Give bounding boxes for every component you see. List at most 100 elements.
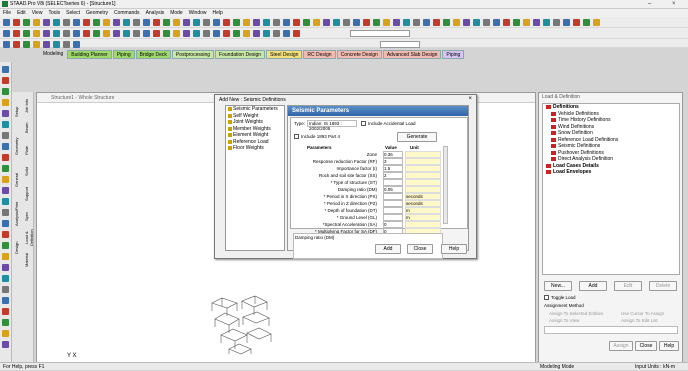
tool-icon[interactable] [293,19,300,26]
tool-icon[interactable] [513,19,520,26]
page-tab-4[interactable]: Foundation Design [215,50,266,59]
tool-icon[interactable] [223,19,230,26]
left-tool-icon[interactable] [2,341,9,348]
assign-cursor-option[interactable]: Use Cursor To Assign [621,311,664,316]
vtab-inner-1[interactable]: Beam [24,118,32,138]
tool-icon[interactable] [133,19,140,26]
tool-icon[interactable] [553,19,560,26]
param-value-field[interactable] [383,193,403,200]
tool-icon[interactable] [303,19,310,26]
tool-icon[interactable] [383,19,390,26]
tool-icon[interactable] [143,19,150,26]
param-value-field[interactable]: 2 [383,172,403,179]
vtab-inner-3[interactable]: Solid [24,162,32,182]
vtab-outer-2[interactable]: General [14,164,22,196]
page-tab-8[interactable]: Advanced Slab Design [382,50,442,59]
tool-icon[interactable] [3,19,10,26]
tool-icon[interactable] [413,19,420,26]
page-tab-1[interactable]: Piping [112,50,135,59]
tool-icon[interactable] [13,30,20,37]
load-case-combo[interactable] [350,30,410,37]
tool-icon[interactable] [563,19,570,26]
menu-item-6[interactable]: Commands [114,9,140,17]
tool-icon[interactable] [193,30,200,37]
tool-icon[interactable] [73,19,80,26]
left-tool-icon[interactable] [2,275,9,282]
tool-icon[interactable] [163,19,170,26]
edit-button[interactable]: Edit [614,281,642,291]
tool-icon[interactable] [503,19,510,26]
tool-icon[interactable] [33,19,40,26]
vtab-outer-3[interactable]: Analysis/Print [14,198,22,230]
left-tool-icon[interactable] [2,143,9,150]
tool-icon[interactable] [63,30,70,37]
left-tool-icon[interactable] [2,88,9,95]
tool-icon[interactable] [73,41,80,48]
tool-icon[interactable] [223,30,230,37]
tool-icon[interactable] [593,19,600,26]
tool-icon[interactable] [183,30,190,37]
help-button[interactable]: Help [441,244,467,254]
tool-icon[interactable] [243,30,250,37]
left-tool-icon[interactable] [2,132,9,139]
tool-icon[interactable] [113,19,120,26]
tool-icon[interactable] [573,19,580,26]
menu-item-3[interactable]: Tools [48,9,60,17]
tool-icon[interactable] [123,30,130,37]
menu-item-9[interactable]: Window [189,9,207,17]
left-tool-icon[interactable] [2,330,9,337]
tool-icon[interactable] [13,19,20,26]
part4-option[interactable]: Include 1893 Part 4 [294,134,340,140]
left-tool-icon[interactable] [2,319,9,326]
add-load-button[interactable]: Add [579,281,607,291]
tool-icon[interactable] [533,19,540,26]
tool-icon[interactable] [73,30,80,37]
tool-icon[interactable] [83,19,90,26]
tool-icon[interactable] [123,19,130,26]
close-panel-button[interactable]: Close [635,341,657,351]
tool-icon[interactable] [103,19,110,26]
tool-icon[interactable] [183,19,190,26]
menu-item-7[interactable]: Analysis [146,9,165,17]
close-button[interactable]: Close [407,244,433,254]
dialog-tree-item[interactable]: Floor Weights [226,145,284,152]
generate-button[interactable]: Generate [397,132,437,142]
menu-item-0[interactable]: File [3,9,11,17]
left-tool-icon[interactable] [2,231,9,238]
tool-icon[interactable] [43,30,50,37]
tool-icon[interactable] [233,19,240,26]
param-value-field[interactable] [383,207,403,214]
tool-icon[interactable] [233,30,240,37]
vtab-inner-7[interactable]: Material [24,250,32,270]
param-value-field[interactable] [383,214,403,221]
tool-icon[interactable] [243,19,250,26]
tool-icon[interactable] [463,19,470,26]
tool-icon[interactable] [283,19,290,26]
vtab-inner-5[interactable]: Spec [24,206,32,226]
structure-model[interactable] [207,293,277,355]
menu-item-2[interactable]: View [32,9,43,17]
param-value-field[interactable]: 3 [383,158,403,165]
tool-icon[interactable] [23,19,30,26]
tool-icon[interactable] [273,30,280,37]
left-tool-icon[interactable] [2,66,9,73]
tool-icon[interactable] [203,30,210,37]
tool-icon[interactable] [23,30,30,37]
tool-icon[interactable] [433,19,440,26]
menu-item-4[interactable]: Select [66,9,80,17]
tool-icon[interactable] [33,30,40,37]
vtab-inner-4[interactable]: Support [24,184,32,204]
tool-icon[interactable] [153,19,160,26]
tool-icon[interactable] [443,19,450,26]
page-tab-3[interactable]: Postprocessing [171,50,215,59]
assign-selected-option[interactable]: Assign To Selected Entities [549,311,603,316]
new-button[interactable]: New... [544,281,572,291]
tool-icon[interactable] [213,19,220,26]
vtab-inner-0[interactable]: Job Info [24,96,32,116]
param-value-field[interactable]: 0.05 [383,186,403,193]
tool-icon[interactable] [393,19,400,26]
tool-icon[interactable] [583,19,590,26]
tool-icon[interactable] [423,19,430,26]
assign-view-option[interactable]: Assign To View [549,318,579,323]
tool-icon[interactable] [23,41,30,48]
